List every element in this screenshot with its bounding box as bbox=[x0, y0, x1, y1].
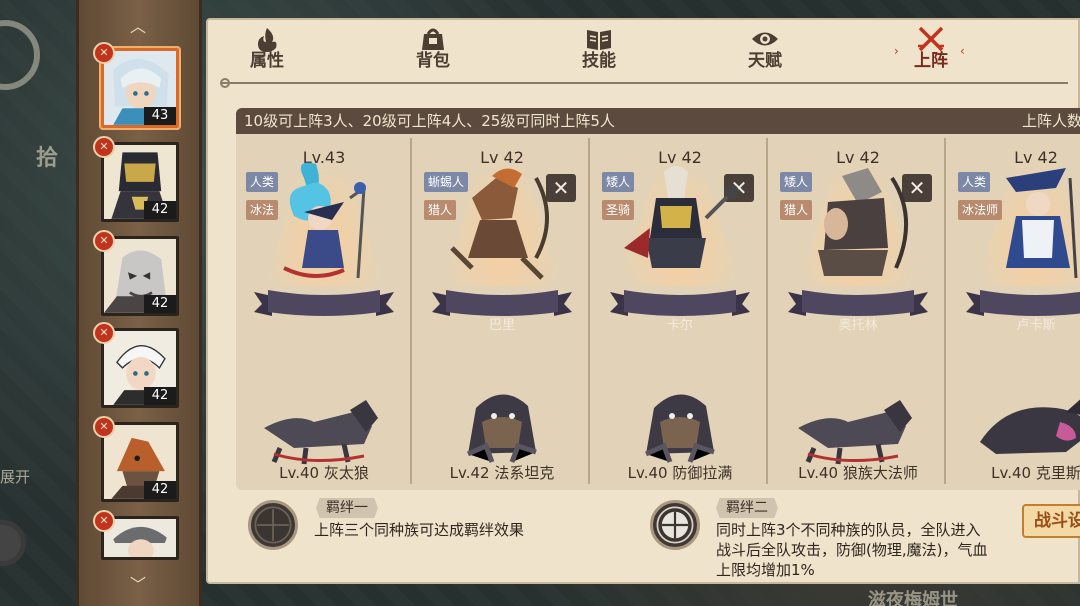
class-badge-icon: ✕ bbox=[93, 322, 115, 344]
hero-card[interactable]: 42 bbox=[101, 422, 179, 502]
hero-sprite-icon bbox=[624, 166, 739, 268]
lineup-slot[interactable]: Lv 42 人类 冰法师 卢卡斯 Lv.40 克里斯 bbox=[948, 138, 1080, 484]
bond-one-desc: 上阵三个同种族可达成羁绊效果 bbox=[314, 521, 525, 539]
lineup-slot[interactable]: Lv 42 蜥蜴人 猎人 ✕ 巴里 Lv.42 法系坦克 bbox=[414, 138, 590, 484]
bond-two-title: 羁绊二 bbox=[716, 498, 778, 518]
scroll-down-icon[interactable]: ﹀ bbox=[127, 577, 149, 593]
bond-two-desc: 同时上阵3个不同种族的队员，全队进入 战斗后全队攻击，防御(物理,魔法)，气血 … bbox=[716, 520, 1036, 580]
battle-settings-button[interactable]: 战斗设 bbox=[1022, 504, 1080, 538]
tab-divider bbox=[222, 82, 1068, 84]
hero-portrait-icon bbox=[104, 519, 176, 557]
hero-sprite-icon bbox=[283, 162, 366, 279]
class-badge-icon: ✕ bbox=[93, 230, 115, 252]
bg-left-text: 拾 bbox=[36, 146, 59, 171]
hero-name: 巴里 bbox=[488, 318, 515, 333]
lineup-count-label: 上阵人数 bbox=[1021, 112, 1080, 130]
tab-skills[interactable]: 技能 bbox=[554, 22, 644, 78]
pet-sprite-icon bbox=[264, 400, 378, 465]
bond-two-icon[interactable] bbox=[650, 500, 700, 550]
class-badge-icon: ✕ bbox=[93, 510, 115, 532]
lineup-slot[interactable]: Lv.43 人类 冰法 Lv.40 灰太狼 bbox=[236, 138, 412, 484]
hero-level: 42 bbox=[144, 481, 176, 499]
bond-one-title: 羁绊一 bbox=[316, 498, 378, 518]
pet-sprite-icon bbox=[466, 394, 537, 463]
bond-two-line: 战斗后全队攻击，防御(物理,魔法)，气血 bbox=[716, 541, 988, 559]
bg-bottom-text: 滋夜梅姆世 bbox=[868, 590, 958, 606]
book-icon bbox=[587, 30, 611, 50]
hero-name: 奥托林 bbox=[838, 318, 878, 333]
hero-sprite-icon bbox=[450, 168, 549, 280]
crossed-swords-icon bbox=[918, 26, 944, 52]
tab-attributes[interactable]: 属性 bbox=[222, 22, 312, 78]
bond-two-line: 同时上阵3个不同种族的队员，全队进入 bbox=[716, 521, 981, 539]
tab-label: 背包 bbox=[416, 51, 450, 71]
tab-arrow-left-icon: › bbox=[894, 44, 899, 58]
hero-level: 43 bbox=[144, 107, 176, 125]
lineup-header: 10级可上阵3人、20级可上阵4人、25级可同时上阵5人 bbox=[236, 108, 1080, 134]
pet-sprite-icon bbox=[980, 399, 1080, 454]
hero-level: 42 bbox=[144, 295, 176, 313]
tab-label: 属性 bbox=[250, 51, 284, 71]
pet-label: Lv.40 狼族大法师 bbox=[798, 464, 918, 482]
tab-backpack[interactable]: 背包 bbox=[388, 22, 478, 78]
hero-card[interactable]: 43 bbox=[101, 48, 179, 128]
pet-label: Lv.40 防御拉满 bbox=[627, 464, 733, 482]
pet-label: Lv.40 灰太狼 bbox=[279, 464, 369, 482]
tab-label: 技能 bbox=[582, 51, 616, 71]
bond-one-icon[interactable] bbox=[248, 500, 298, 550]
bond-two-line: 上限均增加1% bbox=[716, 561, 815, 579]
name-ribbon bbox=[254, 290, 394, 316]
tab-label: 天赋 bbox=[748, 51, 782, 71]
hero-card[interactable]: 42 bbox=[101, 328, 179, 408]
lineup-slot[interactable]: Lv 42 矮人 猎人 ✕ 奥托林 Lv.40 狼族大法师 bbox=[770, 138, 946, 484]
class-badge-icon: ✕ bbox=[93, 42, 115, 64]
expand-label[interactable]: 展开 bbox=[0, 466, 30, 487]
eye-icon bbox=[752, 32, 778, 46]
hero-level: 42 bbox=[144, 387, 176, 405]
class-badge-icon: ✕ bbox=[93, 136, 115, 158]
tab-arrow-right-icon: ‹ bbox=[960, 44, 965, 58]
lineup-area: 10级可上阵3人、20级可上阵4人、25级可同时上阵5人 上阵人数 Lv.43 … bbox=[236, 108, 1080, 490]
scroll-up-icon[interactable]: ︿ bbox=[127, 19, 149, 35]
hero-sprite-icon bbox=[1006, 168, 1078, 279]
tab-lineup[interactable]: › 上阵 ‹ bbox=[886, 22, 976, 78]
pet-label: Lv.40 克里斯 bbox=[991, 464, 1080, 482]
hero-card[interactable]: 42 bbox=[101, 142, 179, 222]
flame-icon bbox=[258, 28, 277, 52]
hero-card[interactable]: 42 bbox=[101, 236, 179, 316]
pet-sprite-icon bbox=[644, 394, 715, 463]
class-badge-icon: ✕ bbox=[93, 416, 115, 438]
hero-detail-panel: 属性 背包 技能 天赋 › 上阵 ‹ 10级可上阵3人、20级可上阵4人、25级… bbox=[206, 18, 1080, 584]
tab-talent[interactable]: 天赋 bbox=[720, 22, 810, 78]
pet-sprite-icon bbox=[798, 400, 912, 465]
pet-label: Lv.42 法系坦克 bbox=[449, 464, 555, 482]
hero-name: 卢卡斯 bbox=[1016, 318, 1056, 333]
hero-sprite-icon bbox=[818, 168, 908, 276]
lineup-slot[interactable]: Lv 42 矮人 圣骑 ✕ 卡尔 Lv.40 防御拉满 bbox=[592, 138, 768, 484]
bag-icon bbox=[422, 28, 444, 50]
hero-level: 42 bbox=[144, 201, 176, 219]
hero-name: 卡尔 bbox=[666, 318, 693, 333]
hero-list-panel: ︿ ✕ 43 ✕ 42 ✕ 42 ✕ 42 ✕ 42 ✕ ﹀ bbox=[76, 0, 202, 606]
